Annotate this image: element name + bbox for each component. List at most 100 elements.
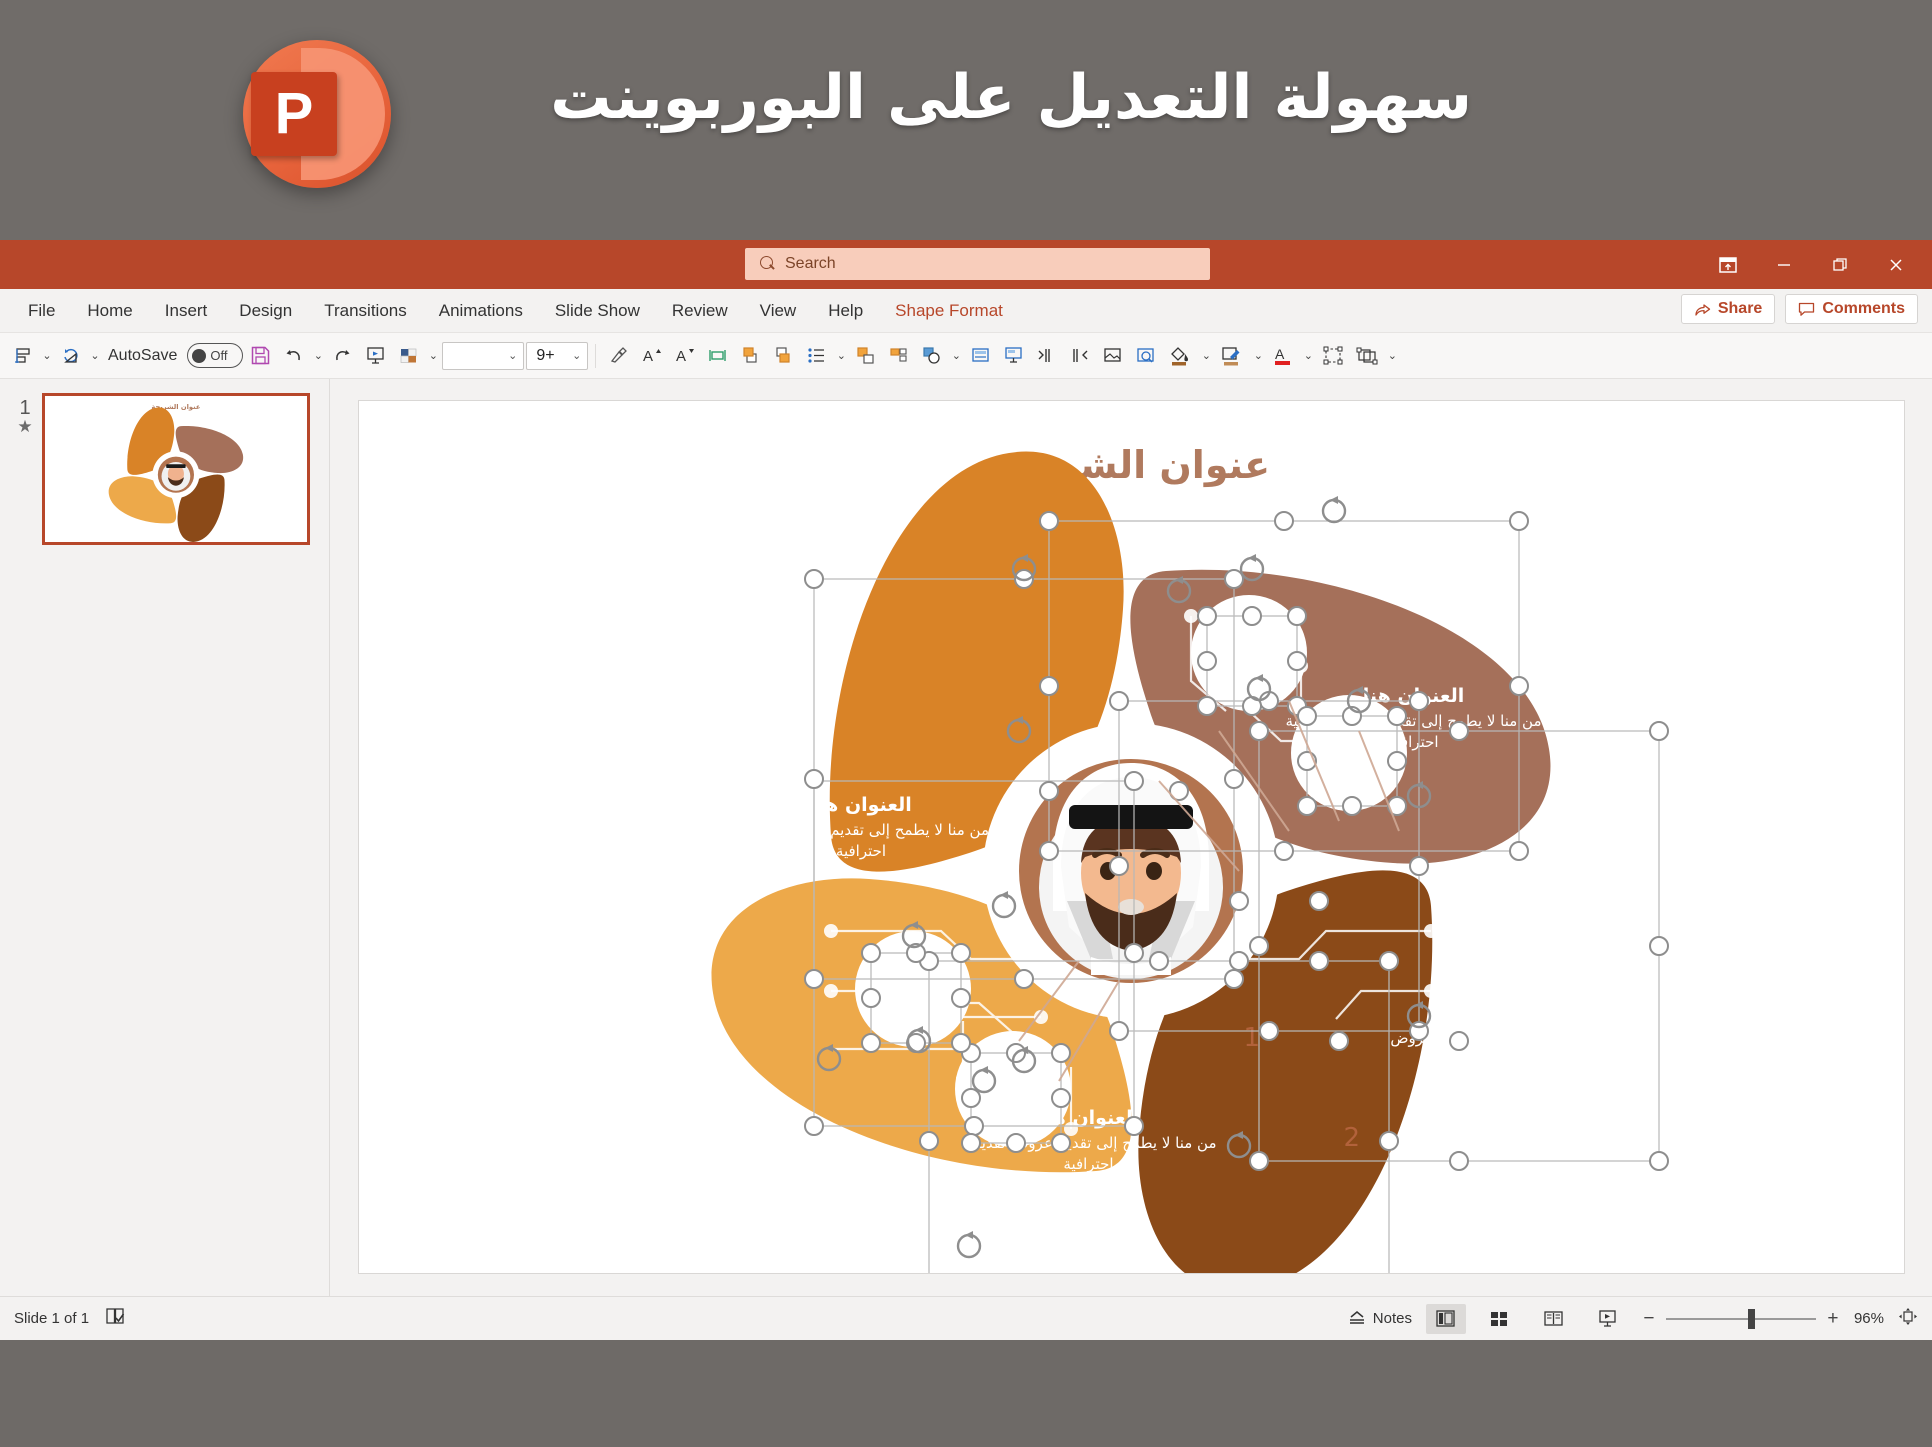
zoom-in-button[interactable]: +: [1826, 1308, 1840, 1330]
search-icon: [759, 256, 775, 272]
slide-master-icon[interactable]: [998, 339, 1029, 373]
selection-pane-icon[interactable]: [1351, 339, 1383, 373]
text-direction-icon[interactable]: [702, 339, 733, 373]
tab-review[interactable]: Review: [658, 295, 742, 327]
tab-insert[interactable]: Insert: [151, 295, 222, 327]
tab-shape-format[interactable]: Shape Format: [881, 295, 1017, 327]
share-button[interactable]: Share: [1680, 294, 1776, 324]
thumbnail-preview[interactable]: عنوان الشريحة: [42, 393, 310, 545]
group-objects-icon[interactable]: [850, 339, 881, 373]
insert-picture-icon[interactable]: [1097, 339, 1128, 373]
format-painter-icon[interactable]: [603, 339, 634, 373]
tab-animations[interactable]: Animations: [425, 295, 537, 327]
minimize-button[interactable]: [1756, 240, 1812, 289]
indent-right-icon[interactable]: [1031, 339, 1062, 373]
banner-title: سهولة التعديل على البوربوينت: [550, 62, 1472, 133]
tab-file[interactable]: File: [14, 295, 69, 327]
ribbon-display-options-button[interactable]: [1700, 240, 1756, 289]
select-objects-icon[interactable]: [1317, 339, 1349, 373]
shape-fill-icon[interactable]: [1163, 339, 1197, 373]
close-button[interactable]: [1868, 240, 1924, 289]
connector-lines: [1017, 700, 1400, 1082]
align-objects-dropdown-icon[interactable]: ⌄: [40, 349, 54, 362]
svg-text:A: A: [676, 348, 686, 365]
zoom-slider[interactable]: − +: [1642, 1308, 1840, 1330]
selection-overlay[interactable]: [359, 401, 1904, 1273]
comments-button[interactable]: Comments: [1785, 294, 1918, 324]
zoom-level-label[interactable]: 96%: [1854, 1310, 1884, 1327]
slide-sorter-view-button[interactable]: [1480, 1304, 1520, 1334]
status-left-group: Slide 1 of 1: [14, 1307, 126, 1330]
share-label: Share: [1717, 300, 1763, 317]
accessibility-checker-icon[interactable]: [105, 1307, 126, 1330]
undo-dropdown-icon[interactable]: ⌄: [311, 349, 325, 362]
chevron-down-icon: ⌄: [572, 350, 582, 362]
toolbar-divider: [595, 343, 597, 368]
slide-show-button[interactable]: [1588, 1304, 1628, 1334]
shapes-dropdown-icon[interactable]: ⌄: [949, 349, 963, 362]
autosave-state: Off: [210, 348, 228, 363]
decrease-font-size-icon[interactable]: A: [669, 339, 700, 373]
start-presentation-icon[interactable]: [360, 339, 391, 373]
tab-slide-show[interactable]: Slide Show: [541, 295, 654, 327]
fit-to-window-icon[interactable]: [1898, 1307, 1918, 1330]
increase-font-size-icon[interactable]: A: [636, 339, 667, 373]
bullets-icon[interactable]: [801, 339, 832, 373]
powerpoint-logo: P: [243, 40, 391, 188]
zoom-knob[interactable]: [1747, 1308, 1755, 1329]
window-controls: [1700, 240, 1924, 289]
bottom-strip: [0, 1340, 1932, 1447]
tab-home[interactable]: Home: [73, 295, 146, 327]
save-icon[interactable]: [245, 339, 276, 373]
shape-fill-dropdown-icon[interactable]: ⌄: [1199, 349, 1213, 362]
tab-transitions[interactable]: Transitions: [310, 295, 421, 327]
slide-indicator[interactable]: Slide 1 of 1: [14, 1310, 89, 1327]
font-color-icon[interactable]: A: [1267, 339, 1299, 373]
align-icon[interactable]: [883, 339, 914, 373]
redo-icon[interactable]: [327, 339, 358, 373]
slide-editing-surface[interactable]: عنوان الشريحة 1 2 العنوان هنا من منا لا …: [358, 401, 1904, 1273]
rotate-objects-dropdown-icon[interactable]: ⌄: [88, 349, 102, 362]
font-color-dropdown-icon[interactable]: ⌄: [1301, 349, 1315, 362]
tab-help[interactable]: Help: [814, 295, 877, 327]
search-input[interactable]: Search: [745, 248, 1210, 280]
font-size-input[interactable]: 9+ ⌄: [526, 341, 589, 370]
thumbnail-meta: 1 ★: [8, 393, 42, 435]
bullets-dropdown-icon[interactable]: ⌄: [834, 349, 848, 362]
bring-forward-icon[interactable]: [735, 339, 766, 373]
thumbnail-item[interactable]: 1 ★ عنوان الشريحة: [0, 393, 329, 545]
editor-body: 1 ★ عنوان الشريحة عنوان الشريحة 1 2 العن…: [0, 379, 1932, 1314]
overflow-icon[interactable]: ⌄: [1385, 349, 1399, 362]
tab-view[interactable]: View: [746, 295, 811, 327]
indent-left-icon[interactable]: [1064, 339, 1095, 373]
shape-outline-icon[interactable]: [1215, 339, 1249, 373]
theme-colors-dropdown-icon[interactable]: ⌄: [426, 349, 440, 362]
autosave-toggle[interactable]: Off: [187, 343, 244, 368]
restore-button[interactable]: [1812, 240, 1868, 289]
powerpoint-window: Presentation1 - PowerPoint Search File H…: [0, 240, 1932, 1340]
send-backward-icon[interactable]: [768, 339, 799, 373]
autosave-knob: [192, 348, 207, 363]
normal-view-button[interactable]: [1425, 1303, 1466, 1334]
theme-colors-icon[interactable]: [393, 339, 424, 373]
comments-label: Comments: [1822, 300, 1905, 317]
align-objects-icon[interactable]: [8, 339, 38, 373]
search-placeholder: Search: [785, 255, 836, 272]
undo-icon[interactable]: [278, 339, 309, 373]
notes-button[interactable]: Notes: [1347, 1310, 1412, 1327]
svg-text:A: A: [643, 348, 653, 365]
shapes-icon[interactable]: [916, 339, 947, 373]
reading-view-button[interactable]: [1534, 1304, 1574, 1334]
animation-marker-icon: ★: [17, 417, 33, 436]
thumbnail-graphic: عنوان الشريحة: [108, 403, 244, 542]
quick-access-toolbar: ⌄ ⌄ AutoSave Off ⌄ ⌄ ⌄ 9+ ⌄ A A ⌄ ⌄ ⌄ ⌄ …: [0, 333, 1932, 379]
zoom-track[interactable]: [1665, 1308, 1816, 1329]
slide-layout-icon[interactable]: [965, 339, 996, 373]
title-bar: Presentation1 - PowerPoint Search: [0, 240, 1932, 289]
tab-design[interactable]: Design: [225, 295, 306, 327]
zoom-out-button[interactable]: −: [1642, 1308, 1656, 1330]
shape-outline-dropdown-icon[interactable]: ⌄: [1251, 349, 1265, 362]
rotate-objects-icon[interactable]: [56, 339, 86, 373]
preview-icon[interactable]: [1130, 339, 1161, 373]
font-name-input[interactable]: ⌄: [442, 341, 525, 370]
